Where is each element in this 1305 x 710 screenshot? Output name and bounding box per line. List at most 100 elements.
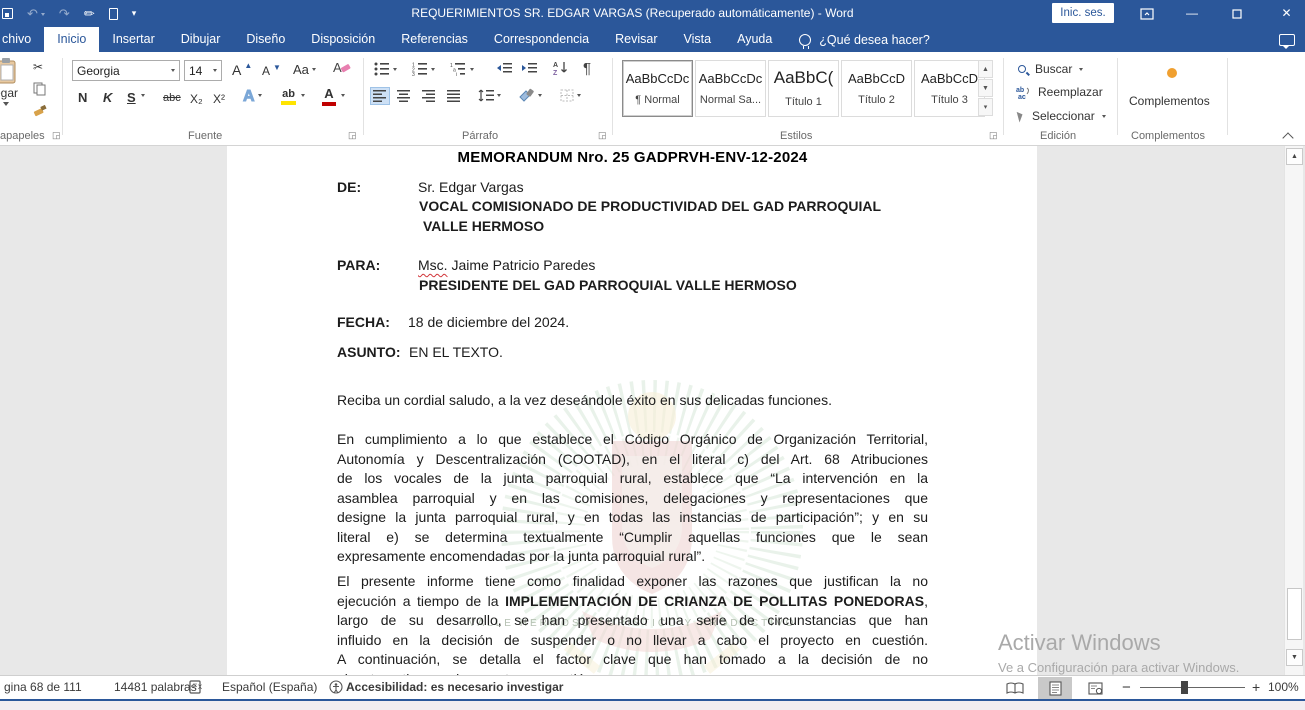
align-right-button[interactable] [422,90,436,102]
customize-qat-icon[interactable]: ▾ [132,0,137,27]
undo-icon[interactable]: ↶ [27,0,45,27]
font-color-button[interactable]: A [322,86,336,106]
tab-insertar[interactable]: Insertar [99,27,167,52]
comments-icon[interactable] [1279,34,1295,46]
tab-archivo[interactable]: chivo [0,27,44,52]
text-effects-button[interactable]: A [243,88,255,106]
tab-vista[interactable]: Vista [671,27,725,52]
p3-line: A continuación, se detalla el factor cla… [337,650,928,670]
zoom-out-button[interactable]: − [1118,676,1135,699]
font-size-combobox[interactable]: 14 [184,60,222,81]
tab-ayuda[interactable]: Ayuda [724,27,785,52]
style-normal-sa[interactable]: AaBbCcDc Normal Sa... [695,60,766,117]
tab-referencias[interactable]: Referencias [388,27,481,52]
subscript-button[interactable]: X₂ [190,92,203,106]
minimize-button[interactable]: — [1175,0,1209,27]
accessibility-status[interactable]: Accesibilidad: es necesario investigar [342,676,567,699]
maximize-button[interactable] [1220,0,1254,27]
text-effects-dropdown[interactable] [258,94,262,97]
addins-dot-icon[interactable] [1167,68,1177,78]
superscript-button[interactable]: X² [213,92,225,106]
bullets-icon[interactable] [374,62,397,76]
print-layout-icon[interactable] [1038,677,1072,699]
tab-inicio[interactable]: Inicio [44,27,99,52]
bold-button[interactable]: N [78,90,87,105]
p2-line: designe la junta parroquial rural, y en … [337,508,928,528]
align-center-button[interactable] [397,90,411,102]
highlight-dropdown[interactable] [301,94,305,97]
styles-scroll-down-icon[interactable]: ▼ [978,79,993,97]
web-layout-icon[interactable] [1078,677,1112,699]
tell-me-label[interactable]: ¿Qué desea hacer? [819,33,930,47]
tab-dibujar[interactable]: Dibujar [168,27,234,52]
font-dialog-launcher[interactable]: ◲ [348,130,357,141]
copy-icon[interactable] [33,82,46,96]
style-titulo2[interactable]: AaBbCcD Título 2 [841,60,912,117]
zoom-slider-track[interactable] [1140,687,1245,688]
paste-button[interactable]: egar [0,58,18,106]
styles-scroll-up-icon[interactable]: ▲ [978,60,993,78]
clipboard-dialog-launcher[interactable]: ◲ [52,130,61,141]
language-indicator[interactable]: Español (España) [218,676,321,699]
format-painter-icon[interactable] [33,104,47,117]
tab-correspondencia[interactable]: Correspondencia [481,27,602,52]
justify-button[interactable] [447,90,461,102]
tab-diseno[interactable]: Diseño [233,27,298,52]
multilevel-list-icon[interactable]: 1ai [450,62,474,76]
shading-icon[interactable] [518,88,542,102]
line-spacing-icon[interactable] [478,89,501,102]
page-indicator[interactable]: gina 68 de 111 [0,676,86,699]
addins-button[interactable]: Complementos [1129,94,1210,108]
document-page[interactable]: VALLE HERMOSO TURISTICO Y PRODUCTIVO MEM… [227,146,1037,675]
decrease-indent-icon[interactable] [496,62,513,75]
show-marks-icon[interactable]: ¶ [583,60,591,77]
svg-text:A: A [553,62,558,69]
sort-icon[interactable]: AZ [553,60,569,76]
zoom-percentage[interactable]: 100% [1264,676,1303,699]
select-button[interactable]: Seleccionar [1018,109,1106,123]
clear-formatting-icon[interactable]: A [333,60,351,76]
save-icon[interactable] [2,8,13,19]
increase-indent-icon[interactable] [521,62,538,75]
to-role: PRESIDENTE DEL GAD PARROQUIAL VALLE HERM… [419,277,797,293]
vertical-scrollbar[interactable]: ▲ ▼ [1284,146,1303,675]
ribbon-display-options-icon[interactable] [1130,0,1164,27]
styles-more-icon[interactable]: ▾ [978,98,993,116]
collapse-ribbon-icon[interactable] [1284,134,1292,142]
numbering-icon[interactable]: 123 [412,62,435,76]
scroll-down-icon[interactable]: ▼ [1286,649,1303,666]
close-button[interactable]: ✕ [1268,0,1305,27]
paragraph-dialog-launcher[interactable]: ◲ [598,130,607,141]
new-document-icon[interactable] [109,8,118,20]
style-normal[interactable]: AaBbCcDc ¶ Normal [622,60,693,117]
align-left-button[interactable] [371,88,389,104]
cut-icon[interactable]: ✂ [33,60,43,74]
draw-eraser-icon[interactable]: ✏ [84,0,95,27]
read-mode-icon[interactable] [998,677,1032,699]
sign-in-button[interactable]: Inic. ses. [1052,3,1114,23]
italic-button[interactable]: K [103,90,112,105]
styles-dialog-launcher[interactable]: ◲ [989,130,998,141]
zoom-in-button[interactable]: + [1248,676,1264,699]
redo-icon[interactable]: ↷ [59,0,70,27]
tab-disposicion[interactable]: Disposición [298,27,388,52]
style-titulo3[interactable]: AaBbCcD Título 3 [914,60,985,117]
change-case-icon[interactable]: Aa [293,62,316,77]
zoom-slider-thumb[interactable] [1181,681,1188,694]
replace-button[interactable]: abac Reemplazar [1016,85,1103,99]
font-name-combobox[interactable]: Georgia [72,60,180,81]
find-button[interactable]: Buscar [1018,62,1083,76]
tab-revisar[interactable]: Revisar [602,27,670,52]
scrollbar-thumb[interactable] [1287,588,1302,640]
grow-font-icon[interactable]: A▲ [232,62,252,78]
borders-icon[interactable] [560,89,581,102]
underline-dropdown[interactable] [141,94,145,97]
font-color-dropdown[interactable] [341,94,345,97]
style-titulo1[interactable]: AaBbC( Título 1 [768,60,839,117]
strikethrough-button[interactable]: abc [163,92,181,104]
scroll-up-icon[interactable]: ▲ [1286,148,1303,165]
highlight-button[interactable]: ab [281,88,296,105]
underline-button[interactable]: S [127,90,136,105]
shrink-font-icon[interactable]: A▼ [262,64,281,78]
tell-me-box[interactable]: ¿Qué desea hacer? [785,27,930,52]
